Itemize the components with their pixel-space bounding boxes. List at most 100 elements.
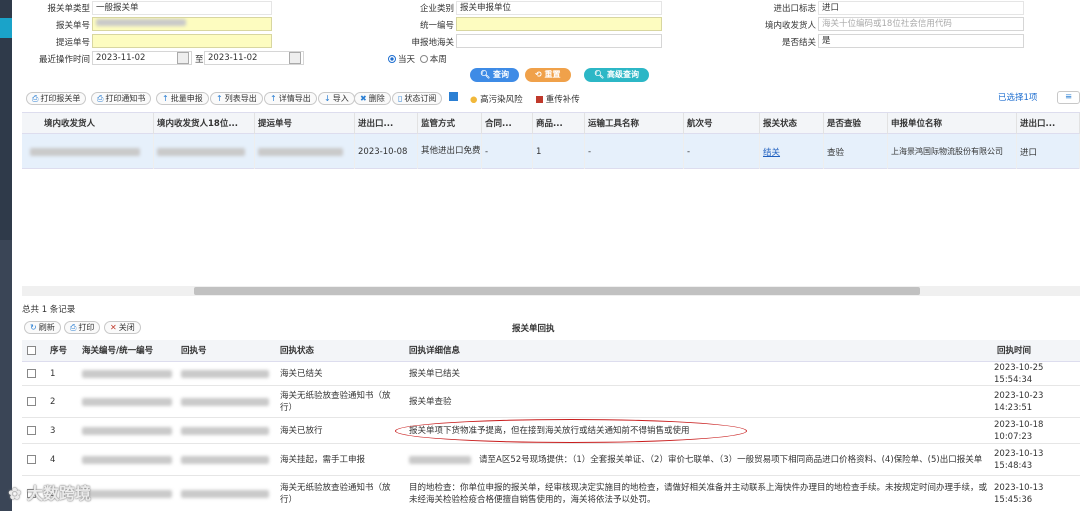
left-sidebar <box>0 0 12 511</box>
delete-button[interactable]: ✖ 删除 <box>354 92 391 105</box>
decl-type-value: 一般报关单 <box>96 3 139 13</box>
refresh-button[interactable]: ↻ 刷新 <box>24 321 61 334</box>
date-from-value: 2023-11-02 <box>96 53 146 63</box>
detail-export-button[interactable]: ↑ 详情导出 <box>264 92 317 105</box>
receipt-time: 2023-10-13 15:45:36 <box>994 482 1044 505</box>
enterprise-type-value: 报关申报单位 <box>460 3 512 13</box>
checkbox-icon[interactable] <box>27 397 36 406</box>
query-button[interactable]: 🔍︎ 查询 <box>470 68 519 82</box>
query-label: 查询 <box>492 70 509 79</box>
decl-no-label: 报关单号 <box>55 21 90 31</box>
table-row[interactable]: 2023-10-08 其他进出口免费 - 1 - - 结关 查验 上海景鸿国际物… <box>22 134 1080 169</box>
grid-cell: - <box>585 134 684 169</box>
red-square-icon <box>536 96 543 103</box>
close-label: 关闭 <box>118 323 135 332</box>
grid-col-header[interactable]: 监管方式 <box>418 113 482 135</box>
radio-group: 当天 本周 <box>388 53 447 65</box>
checkbox-icon[interactable] <box>449 92 458 101</box>
calendar-icon[interactable] <box>177 52 189 64</box>
row-checkbox[interactable] <box>27 362 36 385</box>
row-checkbox[interactable] <box>27 418 36 443</box>
checkbox-icon[interactable] <box>27 346 36 355</box>
customs-no <box>82 362 172 385</box>
checkbox-icon[interactable] <box>27 426 36 435</box>
ie-flag-select[interactable]: 进口 <box>818 1 1024 15</box>
grid-col-header[interactable]: 运输工具名称 <box>585 113 684 135</box>
radio-week-icon[interactable] <box>419 55 428 63</box>
receipt-status: 海关无纸验放查验通知书（放行） <box>280 482 391 505</box>
grid-col-header[interactable]: 进出口... <box>355 113 418 135</box>
import-button[interactable]: ↓ 导入 <box>318 92 355 105</box>
grid-col-header[interactable]: 商品... <box>533 113 585 135</box>
print-decl-button[interactable]: ⎙ 打印报关单 <box>26 92 87 105</box>
list-item[interactable]: 1 海关已结关 报关单已结关 2023-10-25 15:54:34 <box>22 362 1080 386</box>
radio-today-label[interactable]: 当天 <box>398 55 415 65</box>
redacted-text <box>82 455 172 464</box>
reset-button[interactable]: ⟲ 重置 <box>525 68 571 82</box>
bl-no-input[interactable] <box>92 34 272 48</box>
sidebar-active-item[interactable] <box>0 18 12 38</box>
grid-col-header[interactable]: 航次号 <box>684 113 760 135</box>
receipt-id <box>181 362 269 385</box>
row-checkbox[interactable] <box>27 386 36 417</box>
redacted-text <box>181 369 269 378</box>
pollution-risk-flag: ● 高污染风险 <box>470 93 523 105</box>
enterprise-type-select[interactable]: 报关申报单位 <box>456 1 662 15</box>
customs-input[interactable] <box>456 34 662 48</box>
import-icon: ↓ <box>324 94 331 103</box>
grid-col-header[interactable]: 进出口... <box>1017 113 1080 135</box>
receipt-col-header: 序号 <box>50 345 68 356</box>
warning-dot-icon: ● <box>470 95 478 105</box>
receipt-detail: 请至A区52号现场提供：（1）全套报关单证、（2）审价七联单、（3）一般贸易项下… <box>409 444 989 475</box>
column-menu-icon[interactable]: ≡ <box>1057 91 1080 104</box>
checkbox-icon[interactable] <box>27 455 36 464</box>
close-button[interactable]: ✕ 关闭 <box>104 321 141 334</box>
radio-week-label[interactable]: 本周 <box>430 55 447 65</box>
grid-cell: 进口 <box>1017 134 1080 169</box>
to-label: 至 <box>195 55 204 65</box>
grid-col-header[interactable]: 是否查验 <box>824 113 888 135</box>
list-export-button[interactable]: ↑ 列表导出 <box>210 92 263 105</box>
status-link[interactable]: 结关 <box>763 146 780 158</box>
receipt-col-header: 回执详细信息 <box>409 345 461 356</box>
batch-decl-button[interactable]: ↑ 批量申报 <box>156 92 209 105</box>
decl-no-input[interactable] <box>92 17 272 31</box>
row-checkbox[interactable] <box>27 444 36 475</box>
redacted-text <box>181 455 269 464</box>
receipt-title: 报关单回执 <box>512 324 555 334</box>
grid-col-header[interactable]: 申报单位名称 <box>888 113 1017 135</box>
receipt-col-header: 回执状态 <box>280 345 315 356</box>
grid-col-header[interactable]: 报关状态 <box>760 113 824 135</box>
select-all-checkbox[interactable] <box>27 340 36 361</box>
consignee-input[interactable]: 海关十位编码或18位社会信用代码 <box>818 17 1024 31</box>
list-item[interactable]: 2 海关无纸验放查验通知书（放行） 报关单查验 2023-10-23 14:23… <box>22 386 1080 418</box>
grid-col-header[interactable]: 提运单号 <box>255 113 355 135</box>
radio-today-icon[interactable] <box>388 55 396 63</box>
decl-type-select[interactable]: 一般报关单 <box>92 1 272 15</box>
pollution-toggle[interactable] <box>449 92 458 103</box>
selected-count[interactable]: 已选择1项 <box>998 91 1037 103</box>
bl-no-label: 提运单号 <box>55 38 90 48</box>
checkbox-icon[interactable] <box>27 369 36 378</box>
advanced-query-button[interactable]: 🔍︎ 高级查询 <box>584 68 649 82</box>
unified-no-input[interactable] <box>456 17 662 31</box>
grid-col-header[interactable]: 境内收发货人18位... <box>154 113 255 135</box>
refresh-icon: ↻ <box>30 323 37 332</box>
enterprise-type-label: 企业类别 <box>419 4 454 14</box>
scrollbar-thumb[interactable] <box>194 287 920 295</box>
list-item[interactable]: 4 海关挂起，需手工申报 请至A区52号现场提供：（1）全套报关单证、（2）审价… <box>22 444 1080 476</box>
print-receipt-button[interactable]: ⎙ 打印 <box>64 321 101 334</box>
subscribe-button[interactable]: ▯ 状态订阅 <box>392 92 443 105</box>
grid-cell: 1 <box>533 134 585 169</box>
calendar-icon[interactable] <box>289 52 301 64</box>
grid-col-header[interactable]: 合同... <box>482 113 533 135</box>
grid-cell: 结关 <box>760 134 824 169</box>
checked-select[interactable]: 是 <box>818 34 1024 48</box>
list-item[interactable]: 5 海关无纸验放查验通知书（放行） 目的地检查：你单位申报的报关单，经审核现决定… <box>22 476 1080 511</box>
print-notice-button[interactable]: ⎙ 打印通知书 <box>91 92 152 105</box>
horizontal-scrollbar[interactable] <box>22 286 1080 296</box>
ie-flag-label: 进出口标志 <box>773 4 816 14</box>
grid-col-header[interactable]: 境内收发货人 <box>22 113 154 135</box>
receipt-no: 2 <box>50 396 56 407</box>
print-decl-label: 打印报关单 <box>40 94 81 103</box>
